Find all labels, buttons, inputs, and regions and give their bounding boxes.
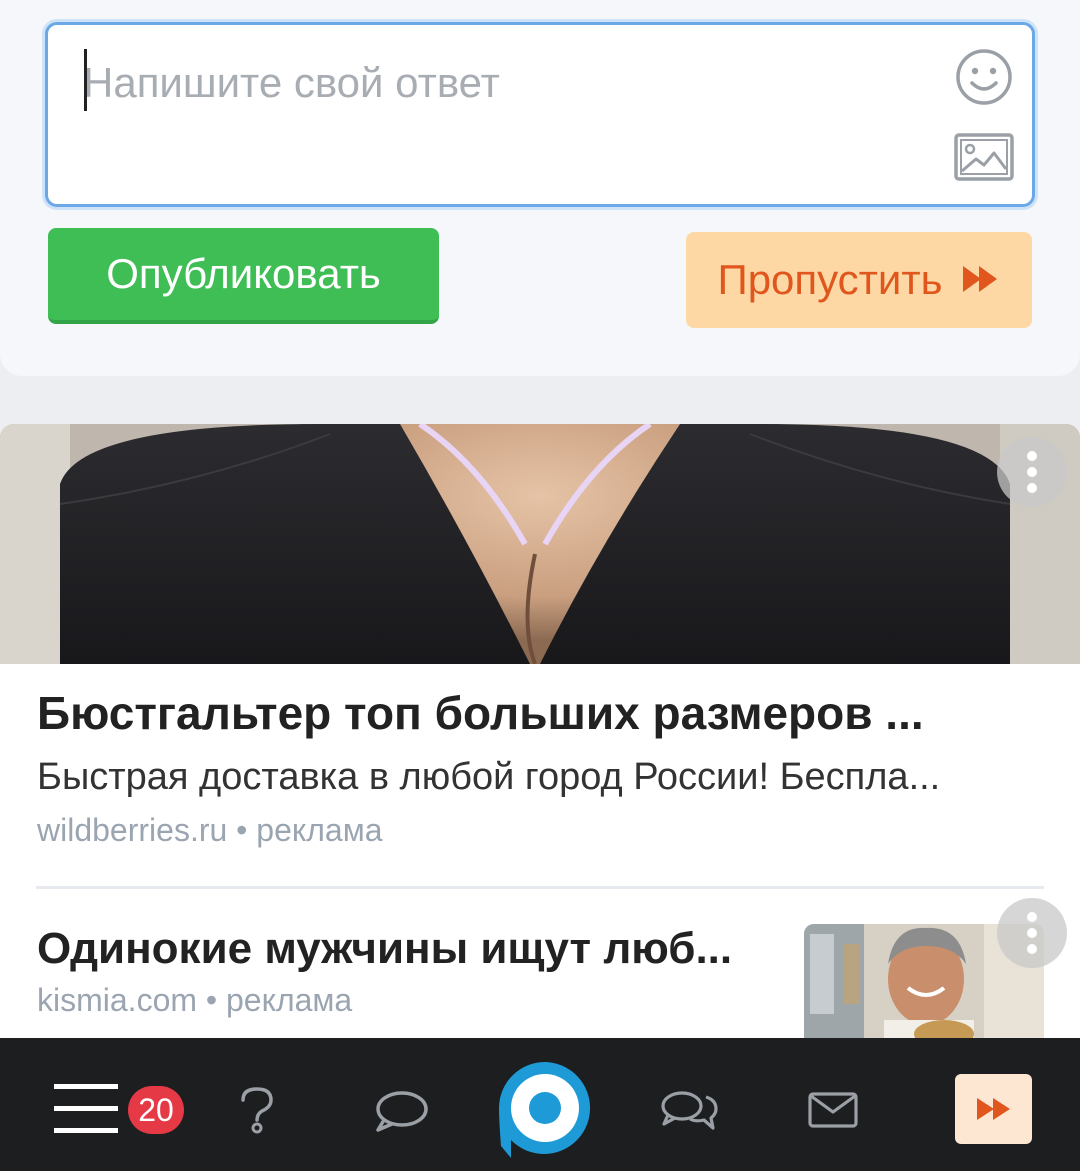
ad-source-separator: • xyxy=(227,812,257,848)
ad2-tag: реклама xyxy=(226,982,353,1018)
answer-input[interactable] xyxy=(83,53,903,113)
smiley-icon[interactable] xyxy=(954,47,1014,107)
ad2-source-separator: • xyxy=(197,982,226,1018)
skip-nav-button[interactable] xyxy=(955,1074,1032,1144)
mail-icon[interactable] xyxy=(808,1092,858,1133)
ad-source-domain[interactable]: wildberries.ru xyxy=(37,812,227,848)
ad-image[interactable] xyxy=(0,424,1080,664)
ad-card[interactable]: Бюстгальтер топ больших размеров ... Быс… xyxy=(0,424,1080,1044)
ad-source: wildberries.ru • реклама xyxy=(37,812,382,849)
ad-title[interactable]: Бюстгальтер топ больших размеров ... xyxy=(37,686,1047,740)
skip-button-label: Пропустить xyxy=(717,256,943,303)
ad2-source-domain[interactable]: kismia.com xyxy=(37,982,197,1018)
fast-forward-icon xyxy=(961,256,1001,304)
chat-bubbles-icon[interactable] xyxy=(660,1090,718,1139)
ad2-options-button[interactable] xyxy=(997,898,1067,968)
publish-button-label: Опубликовать xyxy=(106,250,381,297)
fast-forward-icon xyxy=(976,1098,1010,1120)
skip-button[interactable]: Пропустить xyxy=(686,232,1032,328)
answer-panel: Опубликовать Пропустить xyxy=(0,0,1080,376)
image-icon[interactable] xyxy=(954,133,1014,181)
center-logo-icon[interactable] xyxy=(497,1060,593,1160)
vertical-dots-icon xyxy=(1027,912,1037,954)
hamburger-menu-icon[interactable] xyxy=(54,1082,118,1141)
vertical-dots-icon xyxy=(1027,451,1037,493)
ad-description: Быстрая доставка в любой город России! Б… xyxy=(37,756,941,798)
bottom-navigation: 20 xyxy=(0,1038,1080,1171)
ad-tag: реклама xyxy=(256,812,383,848)
ad-divider xyxy=(36,886,1044,889)
publish-button[interactable]: Опубликовать xyxy=(48,228,439,324)
text-caret xyxy=(84,49,87,111)
notification-badge[interactable]: 20 xyxy=(128,1086,184,1134)
question-icon[interactable] xyxy=(238,1086,276,1139)
ad-options-button[interactable] xyxy=(997,437,1067,507)
comment-icon[interactable] xyxy=(374,1090,428,1137)
ad2-title[interactable]: Одинокие мужчины ищут люб... xyxy=(37,924,772,974)
answer-box xyxy=(45,22,1035,207)
ad2-source: kismia.com • реклама xyxy=(37,982,352,1019)
